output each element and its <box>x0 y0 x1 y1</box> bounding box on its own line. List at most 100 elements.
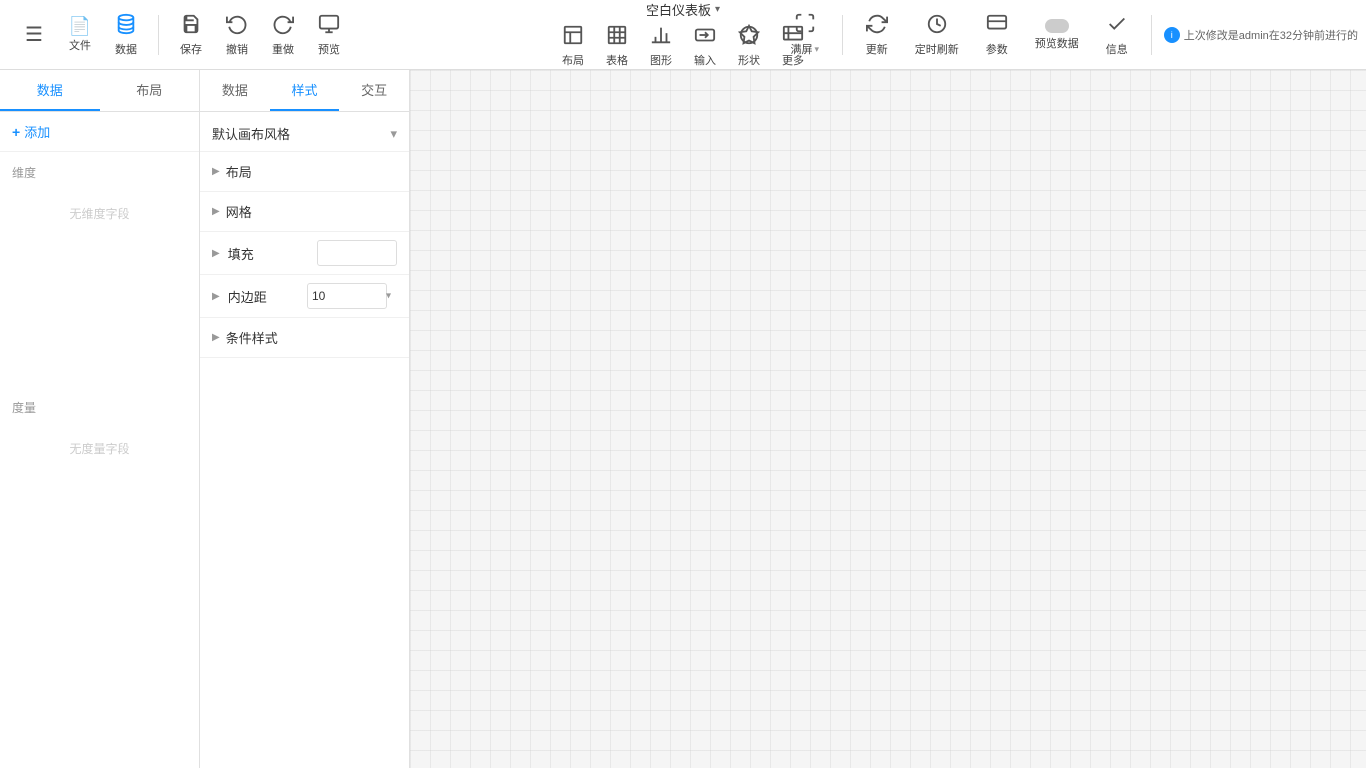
toolbar-right: 满屏 ▾ 更新 定时刷新 <box>780 6 1358 64</box>
preview-data-button[interactable]: 预览数据 <box>1027 6 1087 64</box>
update-label: 更新 <box>866 41 888 57</box>
grid-row[interactable]: ▶ 网格 <box>200 192 409 232</box>
style-preset-dropdown[interactable]: 默认画布风格 ▾ <box>212 124 397 143</box>
padding-row-label: 内边距 <box>228 287 299 306</box>
preview-data-icon <box>1045 19 1069 33</box>
preview-data-label: 预览数据 <box>1035 35 1079 51</box>
tab-middle-interact[interactable]: 交互 <box>339 70 409 111</box>
layout-button[interactable]: 布局 <box>553 23 593 69</box>
condition-arrow-icon: ▶ <box>212 332 220 343</box>
tab-layout[interactable]: 布局 <box>100 70 200 111</box>
layout-icon <box>562 24 584 50</box>
redo-button[interactable]: 重做 <box>261 6 305 64</box>
status-notice: i 上次修改是admin在32分钟前进行的 <box>1164 27 1358 43</box>
timer-icon <box>926 13 948 39</box>
style-preset-row[interactable]: 默认画布风格 ▾ <box>200 116 409 152</box>
condition-row-label: 条件样式 <box>226 328 278 347</box>
fill-arrow-icon: ▶ <box>212 248 220 259</box>
file-group: ☰ 📄 文件 数据 <box>8 6 152 64</box>
data-label: 数据 <box>115 41 137 57</box>
info-label: 信息 <box>1106 41 1128 57</box>
padding-select[interactable]: 10 5 15 20 <box>307 283 387 309</box>
hamburger-button[interactable]: ☰ <box>12 6 56 64</box>
data-button[interactable]: 数据 <box>104 6 148 64</box>
info-check-icon <box>1106 13 1128 39</box>
tab-middle-data[interactable]: 数据 <box>200 70 270 111</box>
preview-icon <box>318 13 340 39</box>
save-icon <box>180 13 202 39</box>
more-label: 更多 <box>782 52 804 68</box>
undo-label: 撤销 <box>226 41 248 57</box>
dimension-label: 维度 <box>0 152 199 185</box>
canvas-grid <box>410 70 1366 768</box>
params-label: 参数 <box>986 41 1008 57</box>
preview-button[interactable]: 预览 <box>307 6 351 64</box>
preset-chevron-icon: ▾ <box>390 126 397 142</box>
padding-select-wrapper: 10 5 15 20 <box>307 283 397 309</box>
dashboard-title[interactable]: 空白仪表板 ▾ <box>646 0 720 19</box>
plus-icon: + <box>12 124 20 140</box>
table-icon <box>606 24 628 50</box>
params-icon <box>986 13 1008 39</box>
file-button[interactable]: 📄 文件 <box>58 6 102 64</box>
divider-2 <box>842 15 843 55</box>
info-button[interactable]: 信息 <box>1095 6 1139 64</box>
status-text: 上次修改是admin在32分钟前进行的 <box>1184 27 1358 43</box>
layout-arrow-icon: ▶ <box>212 166 220 177</box>
redo-icon <box>272 13 294 39</box>
shape-label: 形状 <box>738 52 760 68</box>
divider-1 <box>158 15 159 55</box>
main-layout: 数据 布局 + 添加 维度 无维度字段 度量 无度量字段 数据 <box>0 70 1366 768</box>
padding-arrow-icon: ▶ <box>212 291 220 302</box>
condition-row[interactable]: ▶ 条件样式 <box>200 318 409 358</box>
status-icon: i <box>1164 27 1180 43</box>
params-button[interactable]: 参数 <box>975 6 1019 64</box>
tab-data[interactable]: 数据 <box>0 70 100 111</box>
measure-label: 度量 <box>0 387 199 420</box>
save-button[interactable]: 保存 <box>169 6 213 64</box>
edit-group: 保存 撤销 重做 <box>165 6 355 64</box>
top-bar: ☰ 📄 文件 数据 <box>0 0 1366 70</box>
style-preset-label: 默认画布风格 <box>212 124 290 143</box>
left-tabs: 数据 布局 <box>0 70 199 112</box>
grid-row-label: 网格 <box>226 202 252 221</box>
middle-panel: 数据 样式 交互 默认画布风格 ▾ ▶ 布局 <box>200 70 410 768</box>
timer-button[interactable]: 定时刷新 <box>907 6 967 64</box>
more-icon <box>782 24 804 50</box>
shape-button[interactable]: 形状 <box>729 23 769 69</box>
hamburger-icon: ☰ <box>25 25 43 45</box>
add-button[interactable]: + 添加 <box>0 112 199 152</box>
title-area: 空白仪表板 ▾ 布局 <box>553 0 813 69</box>
style-section: 默认画布风格 ▾ ▶ 布局 ▶ 网格 ▶ 填充 ▶ <box>200 112 409 362</box>
table-button[interactable]: 表格 <box>597 23 637 69</box>
fill-color-input[interactable] <box>317 240 397 266</box>
table-label: 表格 <box>606 52 628 68</box>
more-button[interactable]: 更多 <box>773 23 813 69</box>
chart-button[interactable]: 图形 <box>641 23 681 69</box>
shape-icon <box>738 24 760 50</box>
undo-button[interactable]: 撤销 <box>215 6 259 64</box>
preview-label: 预览 <box>318 41 340 57</box>
middle-tabs: 数据 样式 交互 <box>200 70 409 112</box>
fill-row: ▶ 填充 <box>200 232 409 275</box>
dimension-empty: 无维度字段 <box>0 185 199 242</box>
left-panel: 数据 布局 + 添加 维度 无维度字段 度量 无度量字段 <box>0 70 200 768</box>
update-button[interactable]: 更新 <box>855 6 899 64</box>
grid-arrow-icon: ▶ <box>212 206 220 217</box>
data-icon <box>115 13 137 39</box>
file-icon: 📄 <box>69 17 91 35</box>
undo-icon <box>226 13 248 39</box>
canvas-area[interactable] <box>410 70 1366 768</box>
input-icon <box>694 24 716 50</box>
tab-middle-style[interactable]: 样式 <box>270 70 340 111</box>
update-icon <box>866 13 888 39</box>
chart-label: 图形 <box>650 52 672 68</box>
layout-row[interactable]: ▶ 布局 <box>200 152 409 192</box>
toolbar-left: ☰ 📄 文件 数据 <box>8 6 355 64</box>
input-button[interactable]: 输入 <box>685 23 725 69</box>
chart-icon <box>650 24 672 50</box>
input-label: 输入 <box>694 52 716 68</box>
divider-3 <box>1151 15 1152 55</box>
timer-label: 定时刷新 <box>915 41 959 57</box>
fill-row-label: 填充 <box>228 244 309 263</box>
